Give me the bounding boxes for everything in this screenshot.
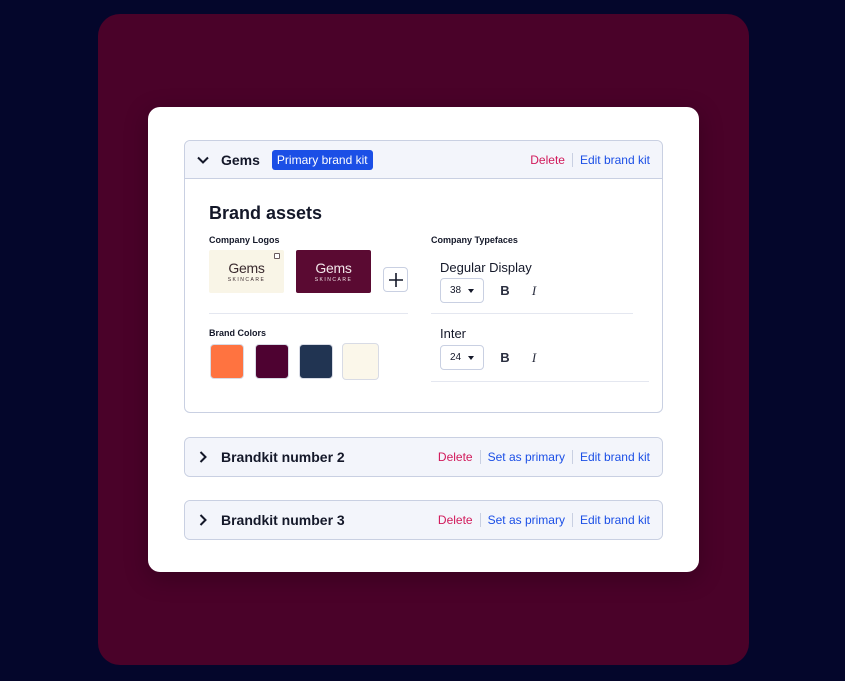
divider	[431, 381, 649, 382]
edit-brand-kit-button[interactable]: Edit brand kit	[571, 450, 650, 464]
plus-icon	[388, 272, 403, 287]
font-size-select[interactable]: 24	[440, 345, 484, 370]
brand-kit-actions: Delete Set as primary Edit brand kit	[431, 450, 650, 464]
brand-kit-header[interactable]: Brandkit number 2 Delete Set as primary …	[185, 438, 662, 476]
edit-brand-kit-button[interactable]: Edit brand kit	[571, 152, 650, 167]
primary-badge: Primary brand kit	[271, 149, 373, 170]
typefaces-label: Company Typefaces	[431, 235, 518, 245]
italic-toggle[interactable]: I	[527, 350, 541, 366]
logos-label: Company Logos	[209, 235, 280, 245]
logo-light[interactable]: Gems SKINCARE	[209, 250, 284, 293]
brand-kits-card: Gems Primary brand kit Delete Edit brand…	[148, 107, 699, 572]
color-swatch-plum[interactable]	[255, 344, 289, 379]
brand-kit-3: Brandkit number 3 Delete Set as primary …	[184, 500, 663, 540]
divider	[431, 313, 633, 314]
brand-kit-name: Brandkit number 3	[221, 512, 345, 528]
divider	[209, 313, 408, 314]
typeface-name: Inter	[440, 326, 467, 341]
delete-button[interactable]: Delete	[523, 153, 572, 167]
brand-kit-header[interactable]: Brandkit number 3 Delete Set as primary …	[185, 501, 662, 539]
bold-toggle[interactable]: B	[498, 350, 512, 365]
italic-toggle[interactable]: I	[527, 283, 541, 299]
chevron-right-icon[interactable]	[195, 512, 211, 528]
brand-kit-gems: Gems Primary brand kit Delete Edit brand…	[184, 140, 663, 413]
add-logo-button[interactable]	[383, 267, 408, 292]
brand-kit-name: Brandkit number 2	[221, 449, 345, 465]
typeface-name: Degular Display	[440, 260, 532, 275]
color-swatch-cream[interactable]	[342, 343, 379, 380]
brand-kit-name: Gems	[221, 151, 260, 168]
edit-brand-kit-button[interactable]: Edit brand kit	[571, 513, 650, 527]
caret-down-icon	[468, 288, 475, 293]
color-swatch-navy[interactable]	[299, 344, 333, 379]
chevron-down-icon[interactable]	[195, 152, 211, 168]
registered-mark-icon	[274, 253, 280, 259]
bold-toggle[interactable]: B	[498, 283, 512, 298]
brand-kit-body: Brand assets Company Logos Gems SKINCARE…	[185, 179, 662, 412]
brand-kit-actions: Delete Set as primary Edit brand kit	[431, 513, 650, 527]
caret-down-icon	[468, 355, 475, 360]
section-title: Brand assets	[209, 203, 323, 223]
brand-kit-actions: Delete Edit brand kit	[523, 152, 650, 167]
set-primary-button[interactable]: Set as primary	[479, 450, 572, 464]
delete-button[interactable]: Delete	[431, 450, 480, 464]
brand-kit-header[interactable]: Gems Primary brand kit Delete Edit brand…	[185, 141, 662, 179]
font-size-select[interactable]: 38	[440, 278, 484, 303]
logo-dark[interactable]: Gems SKINCARE	[296, 250, 371, 293]
color-swatch-orange[interactable]	[210, 344, 244, 379]
colors-label: Brand Colors	[209, 328, 267, 338]
set-primary-button[interactable]: Set as primary	[479, 513, 572, 527]
chevron-right-icon[interactable]	[195, 449, 211, 465]
delete-button[interactable]: Delete	[431, 513, 480, 527]
brand-kit-2: Brandkit number 2 Delete Set as primary …	[184, 437, 663, 477]
